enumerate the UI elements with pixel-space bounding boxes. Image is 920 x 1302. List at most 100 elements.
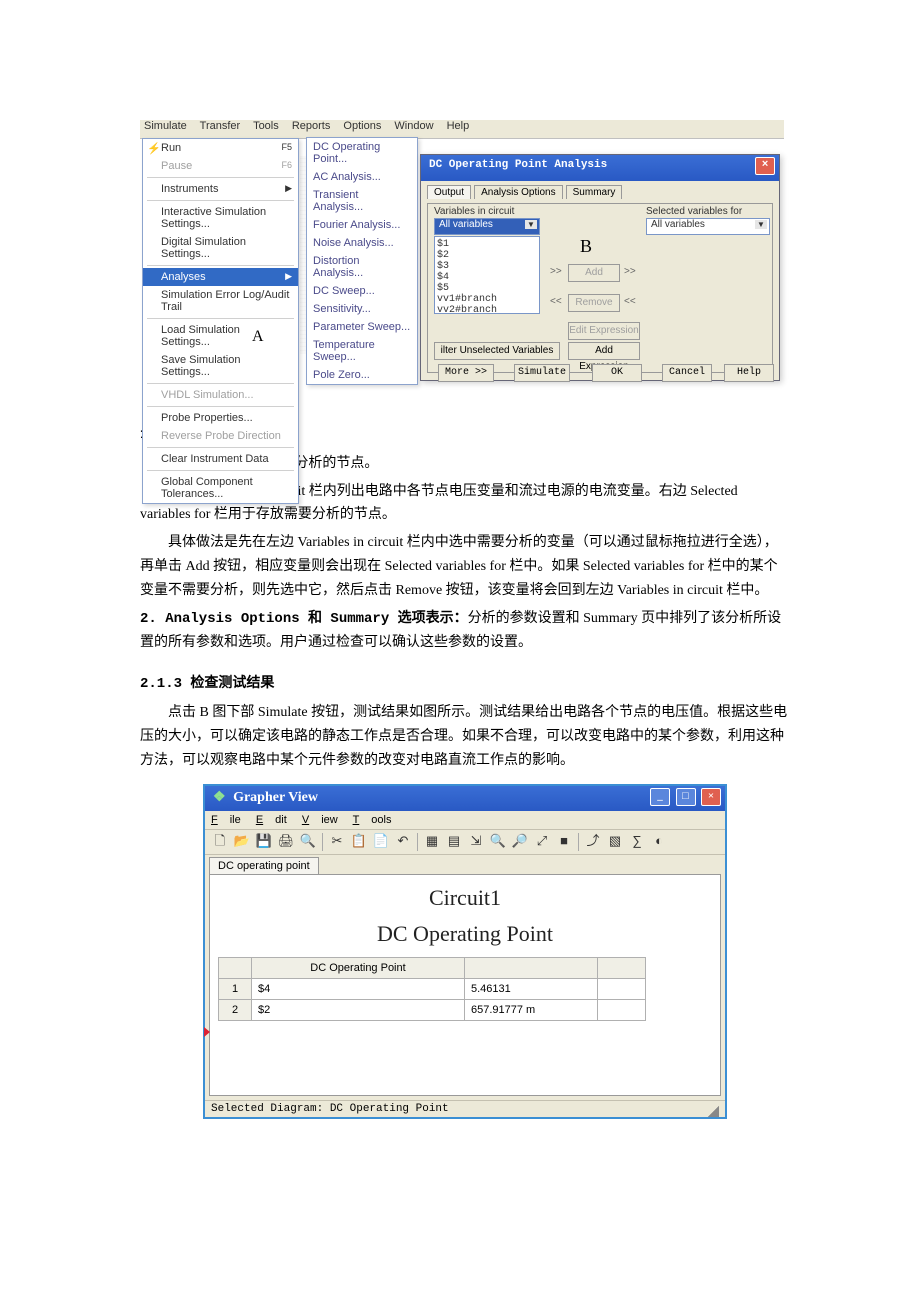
sub-dcop[interactable]: DC Operating Point... <box>307 138 417 168</box>
menu-probe[interactable]: Probe Properties... <box>143 409 298 427</box>
var-1[interactable]: $1 <box>437 239 537 250</box>
var-vv2[interactable]: vv2#branch <box>437 305 537 316</box>
new-icon[interactable]: 🗋 <box>210 832 230 852</box>
ok-button[interactable]: OK <box>592 364 642 382</box>
zoomfit-icon[interactable]: ⤢ <box>532 832 552 852</box>
remove-button[interactable]: Remove <box>568 294 620 312</box>
label-A: A <box>252 328 264 346</box>
dcop-dialog: DC Operating Point Analysis × Output Ana… <box>420 154 780 381</box>
undo-icon[interactable]: ↶ <box>393 832 413 852</box>
excel-icon[interactable]: ▧ <box>605 832 625 852</box>
grapher-tabs: DC operating point <box>205 855 725 874</box>
maximize-icon[interactable]: □ <box>676 788 696 806</box>
grapher-menu-file[interactable]: File <box>211 814 241 826</box>
variables-listbox[interactable]: $1 $2 $3 $4 $5 vv1#branch vv2#branch <box>434 236 540 314</box>
cancel-button[interactable]: Cancel <box>662 364 712 382</box>
dialog-tabs: Output Analysis Options Summary <box>427 185 773 203</box>
menu-tools[interactable]: Tools <box>253 120 279 132</box>
close-icon[interactable]: × <box>755 157 775 175</box>
grapher-statusbar: Selected Diagram: DC Operating Point <box>205 1100 725 1117</box>
open-icon[interactable]: 📂 <box>232 832 252 852</box>
add-button[interactable]: Add <box>568 264 620 282</box>
var-vv1[interactable]: vv1#branch <box>437 294 537 305</box>
add-expression-button[interactable]: Add Expression <box>568 342 640 360</box>
menu-analyses[interactable]: Analyses ▶ <box>143 268 298 286</box>
menu-reports[interactable]: Reports <box>292 120 331 132</box>
run-hotkey: F5 <box>281 142 292 152</box>
resize-grip-icon[interactable] <box>705 1103 719 1117</box>
zoomin-icon[interactable]: 🔍 <box>488 832 508 852</box>
var-5[interactable]: $5 <box>437 283 537 294</box>
mathcad-icon[interactable]: ∑ <box>627 832 647 852</box>
labview-icon[interactable]: ◐ <box>649 832 669 852</box>
var-2[interactable]: $2 <box>437 250 537 261</box>
simulate-button[interactable]: Simulate <box>514 364 570 382</box>
zoomout-icon[interactable]: 🔎 <box>510 832 530 852</box>
row-var-2: $2 <box>252 1000 465 1021</box>
menu-instruments[interactable]: Instruments ▶ <box>143 180 298 198</box>
tab-dc-operating-point[interactable]: DC operating point <box>209 857 319 874</box>
cut-icon[interactable]: ✂ <box>327 832 347 852</box>
menu-simulate[interactable]: Simulate <box>144 120 187 132</box>
row-val-1: 5.46131 <box>465 979 598 1000</box>
row-num-2: 2 <box>219 1000 252 1021</box>
dbl-right-icon-2: >> <box>624 266 636 277</box>
export-icon[interactable]: ⤴ <box>583 832 603 852</box>
grapher-menu-edit[interactable]: Edit <box>256 814 287 826</box>
grapher-menu-view[interactable]: View <box>302 814 338 826</box>
selected-combo[interactable]: All variables <box>646 218 770 235</box>
menu-digital-settings[interactable]: Digital Simulation Settings... <box>143 233 298 263</box>
menu-run[interactable]: ⚡ Run F5 <box>143 139 298 157</box>
print-icon[interactable]: 🖨 <box>276 832 296 852</box>
copy-icon[interactable]: 📋 <box>349 832 369 852</box>
menu-clear-data[interactable]: Clear Instrument Data <box>143 450 298 468</box>
menu-errorlog[interactable]: Simulation Error Log/Audit Trail <box>143 286 298 316</box>
cursor-icon[interactable]: ⇲ <box>466 832 486 852</box>
paste-icon[interactable]: 📄 <box>371 832 391 852</box>
dialog-title: DC Operating Point Analysis <box>429 159 607 171</box>
sub-transient[interactable]: Transient Analysis... <box>307 186 417 216</box>
menu-interactive-settings[interactable]: Interactive Simulation Settings... <box>143 203 298 233</box>
pause-hotkey: F6 <box>281 160 292 170</box>
sub-sensitivity[interactable]: Sensitivity... <box>307 300 417 318</box>
menu-transfer[interactable]: Transfer <box>200 120 241 132</box>
sub-noise[interactable]: Noise Analysis... <box>307 234 417 252</box>
variables-combo[interactable]: All variables <box>434 218 540 235</box>
tab-summary[interactable]: Summary <box>566 185 623 199</box>
save-icon[interactable]: 💾 <box>254 832 274 852</box>
row-val-2: 657.91777 m <box>465 1000 598 1021</box>
var-4[interactable]: $4 <box>437 272 537 283</box>
sub-ac[interactable]: AC Analysis... <box>307 168 417 186</box>
sub-distortion[interactable]: Distortion Analysis... <box>307 252 417 282</box>
dbl-right-icon: >> <box>550 266 562 277</box>
analyses-submenu: DC Operating Point... AC Analysis... Tra… <box>306 137 418 385</box>
sub-tempsweep[interactable]: Temperature Sweep... <box>307 336 417 366</box>
legend-icon[interactable]: ▤ <box>444 832 464 852</box>
menu-load[interactable]: Load Simulation Settings... <box>143 321 298 351</box>
more-button[interactable]: More >> <box>438 364 494 382</box>
tab-output[interactable]: Output <box>427 185 471 199</box>
close-icon[interactable]: × <box>701 788 721 806</box>
sub-dcsweep[interactable]: DC Sweep... <box>307 282 417 300</box>
sub-fourier[interactable]: Fourier Analysis... <box>307 216 417 234</box>
col-header: DC Operating Point <box>252 958 465 979</box>
menu-help[interactable]: Help <box>447 120 470 132</box>
blackbg-icon[interactable]: ■ <box>554 832 574 852</box>
menu-global-tol[interactable]: Global Component Tolerances... <box>143 473 298 503</box>
minimize-icon[interactable]: _ <box>650 788 670 806</box>
table-row: 1 $4 5.46131 <box>219 979 646 1000</box>
filter-button[interactable]: ilter Unselected Variables <box>434 342 560 360</box>
menu-options[interactable]: Options <box>343 120 381 132</box>
analyses-label: Analyses <box>161 271 206 283</box>
tab-analysis-options[interactable]: Analysis Options <box>474 185 562 199</box>
menu-save[interactable]: Save Simulation Settings... <box>143 351 298 381</box>
help-button[interactable]: Help <box>724 364 774 382</box>
grapher-menu-tools[interactable]: Tools <box>353 814 392 826</box>
grapher-app-icon: ❖ <box>213 790 226 805</box>
preview-icon[interactable]: 🔍 <box>298 832 318 852</box>
menu-window[interactable]: Window <box>394 120 433 132</box>
sub-polezero[interactable]: Pole Zero... <box>307 366 417 384</box>
var-3[interactable]: $3 <box>437 261 537 272</box>
sub-paramsweep[interactable]: Parameter Sweep... <box>307 318 417 336</box>
grid-icon[interactable]: ▦ <box>422 832 442 852</box>
